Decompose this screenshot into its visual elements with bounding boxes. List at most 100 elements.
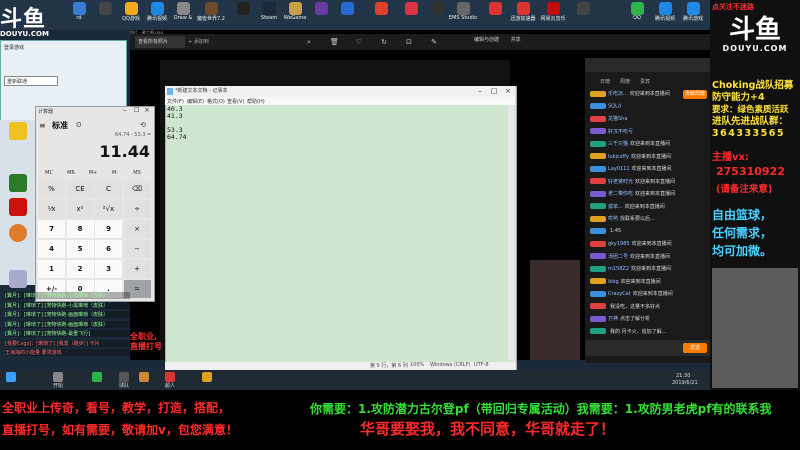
menu-edit[interactable]: 编辑(E)	[187, 98, 204, 105]
multiply-key[interactable]: ×	[123, 220, 151, 238]
taskbar-item[interactable]	[90, 372, 104, 388]
memory-store-button[interactable]: MS	[127, 170, 147, 176]
tab-daily[interactable]: 日榜	[600, 78, 610, 85]
divide-key[interactable]: ÷	[123, 200, 151, 218]
digit-2-key[interactable]: 2	[66, 260, 94, 278]
edit-create-button[interactable]: 编辑与创建	[474, 37, 499, 43]
menu-icon[interactable]: ≡	[39, 121, 46, 130]
ems-studio-icon[interactable]: EMS Studio	[448, 2, 478, 28]
digit-8-key[interactable]: 8	[66, 220, 94, 238]
chat-username[interactable]: gky1985	[608, 241, 630, 247]
chat-username[interactable]: 老二带你吃	[608, 191, 633, 197]
view-all-photos-tab[interactable]: 查看所有照片	[135, 36, 185, 48]
clear-key[interactable]: C	[95, 180, 122, 198]
digit-3-key[interactable]: 3	[95, 260, 122, 278]
menu-format[interactable]: 格式(O)	[207, 98, 225, 105]
menu-file[interactable]: 文件(F)	[167, 98, 184, 105]
add-key[interactable]: +	[123, 260, 151, 278]
crop-icon[interactable]: ⊡	[405, 38, 413, 46]
subtract-key[interactable]: −	[123, 240, 151, 258]
minimize-icon[interactable]: –	[123, 106, 127, 114]
close-icon[interactable]: ×	[144, 106, 150, 114]
chat-username[interactable]: 汤团二号	[608, 254, 628, 260]
chat-username[interactable]: CrazyCat	[608, 291, 631, 297]
chat-username[interactable]: 龙猫Sha	[608, 116, 627, 122]
add-to-button[interactable]: + 添加到	[188, 36, 228, 48]
backspace-key[interactable]: ⌫	[123, 180, 151, 198]
digit-7-key[interactable]: 7	[38, 220, 65, 238]
maximize-icon[interactable]: □	[488, 86, 500, 96]
clock-date[interactable]: 2019/6/21	[672, 380, 698, 386]
taskbar-item[interactable]	[200, 372, 214, 388]
digit-9-key[interactable]: 9	[95, 220, 122, 238]
calculator-title: 计算器	[38, 109, 54, 115]
netease-music-icon[interactable]: 网易云音乐	[538, 2, 568, 28]
history-icon[interactable]: ⟲	[140, 121, 146, 129]
chat-username[interactable]: lukjcxffy	[608, 154, 629, 160]
memory-clear-button[interactable]: MC	[39, 170, 59, 176]
start-button[interactable]	[4, 372, 18, 388]
minimize-icon[interactable]: –	[474, 86, 486, 96]
app-icon[interactable]	[9, 122, 27, 140]
square-root-key[interactable]: ²√x	[95, 200, 122, 218]
taskbar-item[interactable]: 开始	[48, 372, 68, 389]
taskbar-item[interactable]: 球队	[115, 372, 133, 389]
tab-weekly[interactable]: 周榜	[620, 78, 630, 85]
chat-username[interactable]: Lay0111	[608, 166, 630, 172]
memory-add-button[interactable]: M+	[83, 170, 103, 176]
notepad-text-area[interactable]: 40.3 41.3 53.3 64.74	[167, 106, 187, 141]
rotate-icon[interactable]: ↻	[380, 38, 388, 46]
maximize-icon[interactable]: □	[134, 106, 140, 113]
close-icon[interactable]: ×	[502, 86, 514, 96]
desktop-icon[interactable]	[332, 2, 362, 28]
digit-5-key[interactable]: 5	[66, 240, 94, 258]
chat-username[interactable]: 好老婆时光	[608, 179, 633, 185]
chat-username[interactable]: 哎哟	[608, 216, 618, 222]
chat-username[interactable]: 孤单...	[608, 204, 623, 210]
zoom-icon[interactable]: ⌕	[305, 38, 313, 46]
desktop-icon[interactable]	[480, 2, 510, 28]
desktop-icon[interactable]	[568, 2, 598, 28]
chat-username[interactable]: 三千只猫	[608, 141, 628, 147]
tencent-video-icon[interactable]: 腾讯视频	[650, 2, 680, 28]
chat-username[interactable]: 万神	[608, 316, 618, 322]
clear-entry-key[interactable]: CE	[66, 180, 94, 198]
reciprocal-key[interactable]: ⅟x	[38, 200, 65, 218]
qq-icon[interactable]: QQ	[622, 2, 652, 28]
taskbar-item[interactable]: 超人	[160, 372, 180, 389]
desktop-icon[interactable]: Draw &	[168, 2, 198, 28]
chat-username[interactable]: 乐吃凉...	[608, 91, 628, 97]
desktop-icon[interactable]	[366, 2, 396, 28]
desktop-icon[interactable]: 魔兽世界7.2	[196, 2, 226, 28]
live-icon[interactable]	[9, 198, 27, 216]
chat-username[interactable]: SQLd	[608, 103, 621, 109]
menu-help[interactable]: 帮助(H)	[247, 98, 265, 105]
taskbar-item[interactable]	[135, 372, 153, 388]
menu-view[interactable]: 查看(V)	[227, 98, 244, 105]
digit-1-key[interactable]: 1	[38, 260, 65, 278]
percent-key[interactable]: %	[38, 180, 65, 198]
badge-icon[interactable]	[9, 224, 27, 242]
delete-icon[interactable]: 🗑	[330, 38, 339, 46]
digit-6-key[interactable]: 6	[95, 240, 122, 258]
share-button[interactable]: 共享	[511, 37, 521, 43]
vertical-scrollbar[interactable]	[508, 106, 514, 360]
chat-username[interactable]: 好汉不吃亏	[608, 129, 633, 135]
enhance-icon[interactable]: ✎	[430, 38, 438, 46]
digit-4-key[interactable]: 4	[38, 240, 65, 258]
memory-subtract-button[interactable]: M-	[105, 170, 125, 176]
memory-recall-button[interactable]: MR	[61, 170, 81, 176]
square-key[interactable]: x²	[66, 200, 94, 218]
espn-icon[interactable]	[9, 174, 27, 192]
reconnect-field[interactable]: 重新联通	[4, 76, 58, 86]
tencent-games-icon[interactable]: 腾讯游戏	[678, 2, 708, 28]
favorite-icon[interactable]: ♡	[355, 38, 363, 46]
tool-icon[interactable]	[9, 270, 27, 288]
desktop-icon[interactable]: 迅游加速器	[508, 2, 538, 28]
chat-username[interactable]: m158Z2	[608, 266, 629, 272]
chat-username[interactable]: ikbg	[608, 279, 619, 285]
clock-time[interactable]: 21:30	[676, 373, 690, 379]
send-button[interactable]: 发送	[683, 343, 707, 353]
keep-on-top-icon[interactable]: ʘ	[76, 121, 82, 129]
tab-vip[interactable]: 贵宾	[640, 78, 650, 85]
